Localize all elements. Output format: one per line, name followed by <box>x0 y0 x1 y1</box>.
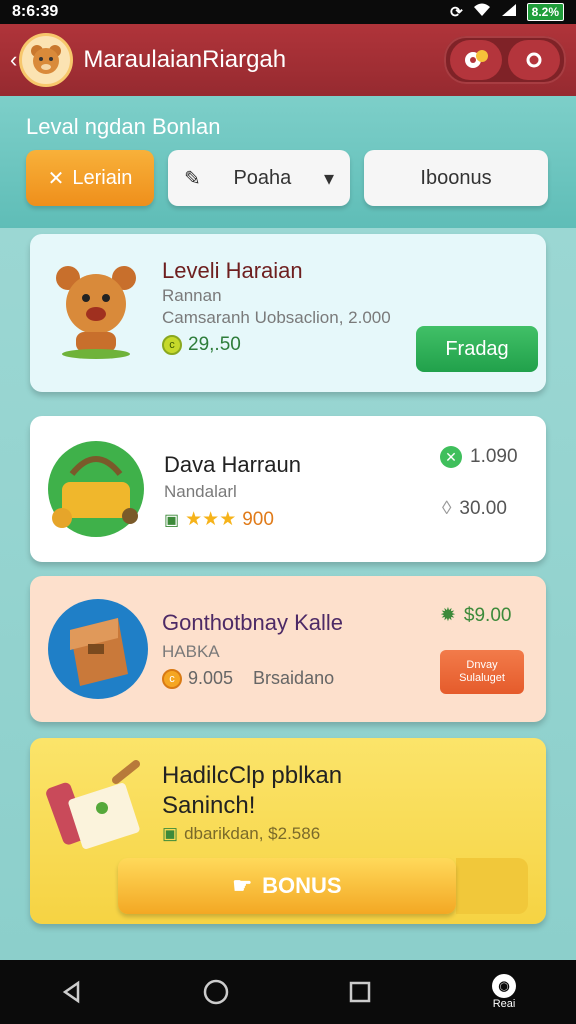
hand-icon: ☛ <box>232 873 253 898</box>
card-title-line1: HadilcClp pblkan <box>162 762 343 789</box>
card-subtitle: Rannan <box>162 286 222 305</box>
status-time: 8:6:39 <box>12 3 59 20</box>
card-subtitle: HABKA <box>162 642 220 661</box>
card-level[interactable]: Leveli Haraian Rannan Camsaranh Uobsacli… <box>30 234 546 392</box>
tag-icon: ▣ <box>162 824 179 843</box>
gear-icon[interactable] <box>450 40 502 80</box>
card-title: Gonthotbnay Kalle <box>162 610 344 635</box>
card-description: Camsaranh Uobsaclion, 2.000 <box>162 308 391 327</box>
section-title: Leval ngdan Bonlan <box>26 114 221 139</box>
bear-icon <box>50 260 142 365</box>
home-nav-button[interactable] <box>186 968 246 1016</box>
close-icon: ✕ <box>47 167 65 190</box>
filter-plain-label: Iboonus <box>420 166 492 189</box>
pin-icon: ◊ <box>442 498 452 519</box>
card-value-text: 9.005 <box>188 668 234 688</box>
filter-active-label: Leriain <box>72 166 133 189</box>
filter-select-label: Poaha <box>233 166 292 189</box>
battery-indicator: 8.2% <box>526 3 564 21</box>
status-bar: 8:6:39 ⟳ 8.2% <box>0 0 576 24</box>
filter-active-chip[interactable]: ✕ Leriain <box>26 150 154 206</box>
card-list: Leveli Haraian Rannan Camsaranh Uobsacli… <box>0 228 576 960</box>
basket-icon <box>48 434 144 549</box>
card-subtitle: Nandalarl <box>164 482 237 501</box>
status-icons: ⟳ 8.2% <box>450 3 564 21</box>
filter-row: ✕ Leriain ✎ Poaha ▾ Iboonus <box>26 150 548 206</box>
card-title: Leveli Haraian <box>162 258 303 283</box>
app-title: MaraulaianRiargah <box>83 46 287 73</box>
card-bonus[interactable]: HadilcClp pblkan Saninch! ▣ dbarikdan, $… <box>30 738 546 924</box>
star-rating-icon: ★★★ <box>185 509 237 530</box>
coin-icon: c <box>162 335 182 355</box>
avatar-nav-button[interactable]: ◉ Reai <box>474 968 534 1016</box>
app-logo <box>19 33 74 87</box>
avatar-icon: ◉ <box>492 974 516 998</box>
system-nav-bar: ◉ Reai <box>0 960 576 1024</box>
card-rating-value: 900 <box>242 508 274 530</box>
wifi-icon <box>473 3 491 21</box>
bonus-button-label: BONUS <box>262 873 342 898</box>
card-chest[interactable]: Gonthotbnay Kalle HABKA c 9.005 Brsaidan… <box>30 576 546 722</box>
card-value-label: Brsaidano <box>253 668 335 688</box>
signal-icon <box>501 3 517 21</box>
card-price-secondary: ◊ 30.00 <box>442 498 507 520</box>
chevron-down-icon: ▾ <box>323 167 334 190</box>
card-subtitle-text: dbarikdan, $2.586 <box>184 824 321 843</box>
coin-icon: c <box>162 668 182 689</box>
card-price: ✹ $9.00 <box>440 604 511 627</box>
more-icon[interactable] <box>508 40 560 80</box>
sync-icon: ⟳ <box>450 4 463 21</box>
gift-box-icon <box>46 760 146 865</box>
back-arrow-icon[interactable]: ‹ <box>10 47 17 73</box>
close-badge-icon: ✕ <box>440 446 462 468</box>
header-actions <box>444 36 566 84</box>
chest-action-button[interactable]: Dnvay Sulaluget <box>440 650 524 694</box>
avatar-label: Reai <box>492 998 516 1010</box>
filter-section: Leval ngdan Bonlan ✕ Leriain ✎ Poaha ▾ I… <box>0 96 576 228</box>
card-price-primary-value: 1.090 <box>470 446 518 467</box>
gear-badge-icon: ✹ <box>440 605 456 626</box>
chest-action-line2: Sulaluget <box>459 672 505 684</box>
pencil-icon: ✎ <box>184 167 201 190</box>
bonus-button[interactable]: ☛ BONUS <box>118 858 456 914</box>
card-price-primary: ✕ 1.090 <box>440 446 518 468</box>
card-title: Dava Harraun <box>164 452 301 477</box>
card-price-value: $9.00 <box>463 604 512 626</box>
chest-action-line1: Dnvay <box>466 658 498 671</box>
card-value: c 29,.50 <box>162 334 241 356</box>
card-basket[interactable]: Dava Harraun Nandalarl ▣ ★★★ 900 ✕ 1.090… <box>30 416 546 562</box>
card-subtitle: ▣ dbarikdan, $2.586 <box>162 824 320 844</box>
back-nav-button[interactable] <box>42 968 102 1016</box>
bonus-button-side <box>456 858 528 914</box>
card-value-text: 29,.50 <box>188 334 241 355</box>
filter-select[interactable]: ✎ Poaha ▾ <box>168 150 350 206</box>
app-bar: ‹ MaraulaianRiargah <box>0 24 576 96</box>
card-value: c 9.005 Brsaidano <box>162 668 334 689</box>
trade-button[interactable]: Fradag <box>416 326 538 372</box>
filter-plain-chip[interactable]: Iboonus <box>364 150 548 206</box>
card-price-secondary-value: 30.00 <box>459 498 507 519</box>
chest-icon <box>48 594 148 709</box>
tag-icon: ▣ <box>164 511 180 529</box>
card-title-line2: Saninch! <box>162 792 256 819</box>
card-rating: ▣ ★★★ 900 <box>164 508 274 531</box>
recents-nav-button[interactable] <box>330 968 390 1016</box>
